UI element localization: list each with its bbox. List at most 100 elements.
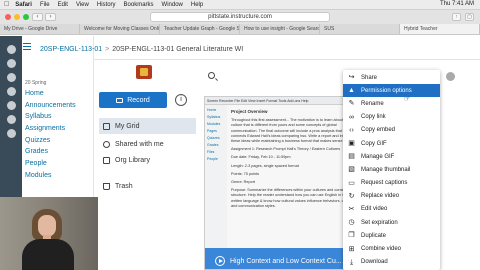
history-nav: ‹ ›: [32, 13, 56, 21]
menu-bookmarks[interactable]: Bookmarks: [124, 2, 154, 8]
code-icon: ‹›: [349, 126, 354, 134]
menu-item-share[interactable]: ↪ Share: [343, 71, 440, 84]
studio-icon[interactable]: [0, 112, 22, 126]
menu-item-replace-video[interactable]: ↻ Replace video: [343, 190, 440, 203]
gif-icon: ▣: [348, 140, 355, 148]
studio-nav-my-grid[interactable]: My Grid: [99, 118, 196, 134]
course-nav-quizzes[interactable]: Quizzes: [25, 135, 93, 147]
video-doc-side-link: Syllabus: [207, 115, 221, 119]
menu-item-copy-embed[interactable]: ‹› Copy embed: [343, 124, 440, 137]
apple-icon[interactable]: : [4, 1, 9, 8]
tab-hybrid-teacher[interactable]: Hybrid Teacher: [400, 24, 480, 34]
video-doc-paragraph: Points: 75 points: [231, 171, 260, 176]
play-icon[interactable]: [215, 256, 225, 266]
forward-icon[interactable]: ›: [45, 13, 56, 21]
tab-moving-classes[interactable]: Welcome for Moving Classes Online: [80, 24, 160, 34]
avatar[interactable]: [446, 72, 455, 81]
search-icon[interactable]: [208, 72, 215, 79]
menu-window[interactable]: Window: [162, 2, 183, 8]
back-icon[interactable]: ‹: [32, 13, 43, 21]
course-nav-assignments[interactable]: Assignments: [25, 123, 93, 135]
menu-item-rename[interactable]: ✎ Rename: [343, 97, 440, 110]
menu-item-permission-options[interactable]: ▲ Permission options: [343, 84, 440, 98]
menu-item-set-expiration[interactable]: ◷ Set expiration: [343, 216, 440, 229]
tab-search-1[interactable]: Teacher Update Graph - Google Search: [160, 24, 240, 34]
studio-nav-label: Trash: [115, 182, 133, 190]
menu-history[interactable]: History: [97, 2, 116, 8]
tab-google-drive[interactable]: My Drive - Google Drive: [0, 24, 80, 34]
browser-actions: ↑ ▢: [452, 13, 474, 21]
course-nav-announcements[interactable]: Announcements: [25, 100, 93, 112]
minimize-window-icon[interactable]: [14, 14, 20, 20]
menu-item-edit-video[interactable]: ✂ Edit video: [343, 203, 440, 216]
share-page-icon[interactable]: ↑: [452, 13, 461, 21]
courses-icon[interactable]: [0, 70, 22, 84]
menu-app-name[interactable]: Safari: [15, 2, 32, 8]
address-bar[interactable]: pittstate.instructure.com: [150, 12, 330, 22]
studio-nav-org-library[interactable]: Org Library: [99, 152, 196, 168]
menu-edit[interactable]: Edit: [58, 2, 68, 8]
studio-nav-trash[interactable]: Trash: [99, 178, 196, 194]
menu-item-manage-thumbnail[interactable]: ▧ Manage thumbnail: [343, 163, 440, 176]
mouse-cursor-icon: ☞: [404, 96, 411, 103]
hamburger-icon[interactable]: [23, 43, 31, 51]
video-doc-side-link: Quizzes: [207, 136, 220, 140]
video-doc-paragraph: Genre: Report: [231, 180, 256, 185]
zoom-window-icon[interactable]: [23, 14, 29, 20]
video-doc-paragraph: Due date: Friday, Feb 10 - 11:59pm: [231, 155, 291, 160]
video-options-menu: ↪ Share ▲ Permission options ✎ Rename ∞ Copy…: [343, 70, 440, 270]
tab-strip: My Drive - Google Drive Welcome for Movi…: [0, 24, 480, 34]
menu-item-copy-gif[interactable]: ▣ Copy GIF: [343, 137, 440, 150]
help-icon[interactable]: [0, 126, 22, 140]
menu-item-label: Combine video: [361, 246, 402, 253]
record-button[interactable]: Record: [99, 92, 167, 108]
video-doc-side-link: People: [207, 157, 218, 161]
menu-item-label: Rename: [361, 100, 384, 107]
menu-help[interactable]: Help: [191, 2, 203, 8]
breadcrumb-course-link[interactable]: 20SP-ENGL-113-01: [40, 46, 102, 53]
inbox-icon[interactable]: [0, 98, 22, 112]
video-doc-side-link: Modules: [207, 122, 221, 126]
menu-view[interactable]: View: [76, 2, 89, 8]
menu-item-request-captions[interactable]: ▭ Request captions: [343, 177, 440, 190]
menu-item-duplicate[interactable]: ❐ Duplicate: [343, 229, 440, 242]
trash-icon: [103, 182, 110, 190]
menu-item-copy-link[interactable]: ∞ Copy link: [343, 111, 440, 124]
link-icon: ∞: [349, 113, 354, 121]
breadcrumb-current: 20SP-ENGL-113-01 General Literature WI: [112, 46, 244, 53]
menu-item-label: Edit video: [361, 206, 388, 213]
video-card[interactable]: Screen Recorder File Edit View Insert Fo…: [204, 96, 359, 270]
calendar-icon[interactable]: [0, 84, 22, 98]
course-nav-syllabus[interactable]: Syllabus: [25, 111, 93, 123]
video-doc-heading: Project Overview: [231, 109, 268, 114]
course-header: 20SP-ENGL-113-01 >20SP-ENGL-113-01 Genera…: [23, 36, 480, 60]
dashboard-icon[interactable]: [0, 56, 22, 70]
video-doc-paragraph: Throughout this first assessment... The …: [231, 118, 356, 144]
menu-item-manage-gif[interactable]: ▤ Manage GIF: [343, 150, 440, 163]
course-nav-home[interactable]: Home: [25, 88, 93, 100]
course-nav-people[interactable]: People: [25, 158, 93, 170]
menu-item-label: Copy embed: [361, 127, 396, 134]
info-icon[interactable]: i: [175, 94, 187, 106]
menu-item-download[interactable]: ⤓ Download: [343, 256, 440, 269]
menu-item-label: Download: [361, 259, 388, 266]
tab-search-2[interactable]: How to use insight - Google Search: [240, 24, 320, 34]
window-controls: [5, 14, 29, 20]
pencil-icon: ✎: [348, 100, 355, 108]
institution-logo: [136, 65, 152, 79]
course-nav-grades[interactable]: Grades: [25, 146, 93, 158]
camera-icon: [116, 97, 124, 103]
account-icon[interactable]: [0, 42, 22, 56]
duplicate-icon: ❐: [348, 232, 355, 240]
tab-sus[interactable]: SUS: [320, 24, 400, 34]
video-doc-paragraph: Length: 2-3 pages, single spaced format: [231, 163, 299, 168]
course-nav-modules[interactable]: Modules: [25, 170, 93, 182]
studio-nav-shared[interactable]: Shared with me: [99, 136, 196, 152]
menu-item-combine-video[interactable]: ⊞ Combine video: [343, 242, 440, 255]
video-title-bar[interactable]: High Context and Low Context Cu...: [205, 248, 358, 269]
clock[interactable]: Thu 7:41 AM: [440, 1, 474, 7]
menu-file[interactable]: File: [40, 2, 50, 8]
close-window-icon[interactable]: [5, 14, 11, 20]
video-doc-side-link: Pages: [207, 129, 217, 133]
tabs-overview-icon[interactable]: ▢: [465, 13, 474, 21]
